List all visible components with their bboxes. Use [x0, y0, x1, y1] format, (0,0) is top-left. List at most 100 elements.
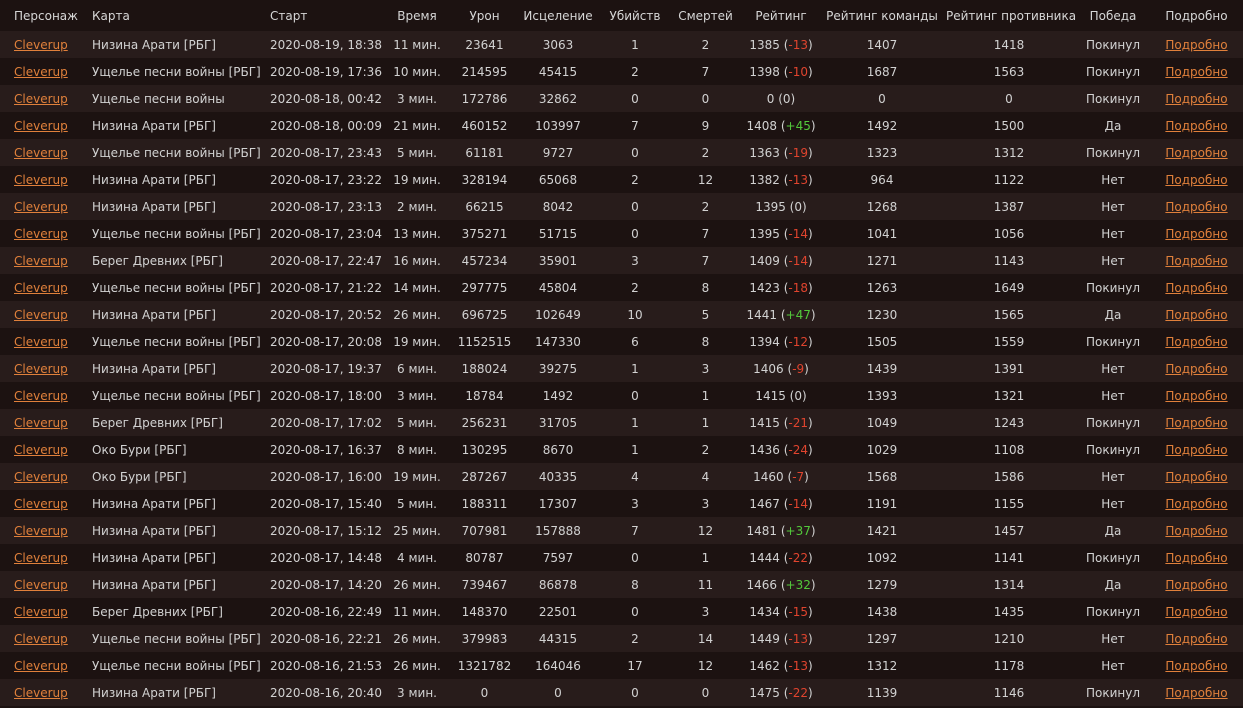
character-link[interactable]: Cleverup: [14, 38, 68, 52]
table-row: Cleverup Низина Арати [РБГ] 2020-08-18, 00…: [0, 112, 1243, 139]
map-name: Низина Арати [РБГ]: [92, 523, 216, 538]
kills-value: 3: [631, 253, 639, 268]
deaths-value: 7: [701, 226, 710, 241]
details-link[interactable]: Подробно: [1165, 659, 1227, 673]
character-link[interactable]: Cleverup: [14, 335, 68, 349]
cell-start: 2020-08-17, 23:22: [266, 166, 382, 193]
cell-rating: 1434 (-15): [749, 604, 813, 619]
cell-rating: 1395 (0): [755, 199, 807, 214]
character-link[interactable]: Cleverup: [14, 173, 68, 187]
damage-value: 130295: [461, 442, 508, 457]
character-link[interactable]: Cleverup: [14, 254, 68, 268]
kills-value: 7: [631, 523, 639, 538]
character-link[interactable]: Cleverup: [14, 146, 68, 160]
deaths-value: 4: [701, 469, 710, 484]
cell-kills: 2: [599, 625, 671, 652]
details-link[interactable]: Подробно: [1165, 65, 1227, 79]
character-link[interactable]: Cleverup: [14, 227, 68, 241]
character-link[interactable]: Cleverup: [14, 605, 68, 619]
character-link[interactable]: Cleverup: [14, 389, 68, 403]
character-link[interactable]: Cleverup: [14, 416, 68, 430]
details-link[interactable]: Подробно: [1165, 146, 1227, 160]
cell-rating: 1406 (-9): [753, 361, 809, 376]
details-link[interactable]: Подробно: [1165, 200, 1227, 214]
cell-team-rating: 1421: [822, 517, 942, 544]
cell-character: Cleverup: [0, 220, 88, 247]
character-link[interactable]: Cleverup: [14, 362, 68, 376]
result-value: Нет: [1101, 496, 1125, 511]
details-link[interactable]: Подробно: [1165, 470, 1227, 484]
cell-result: Покинул: [1076, 409, 1150, 436]
cell-enemy-rating: 1565: [942, 301, 1076, 328]
details-link[interactable]: Подробно: [1165, 389, 1227, 403]
cell-damage: 130295: [452, 436, 517, 463]
character-link[interactable]: Cleverup: [14, 470, 68, 484]
details-link[interactable]: Подробно: [1165, 281, 1227, 295]
duration: 6 мин.: [397, 361, 437, 376]
character-link[interactable]: Cleverup: [14, 524, 68, 538]
details-link[interactable]: Подробно: [1165, 335, 1227, 349]
cell-deaths: 8: [671, 274, 740, 301]
details-link[interactable]: Подробно: [1165, 227, 1227, 241]
result-value: Покинул: [1085, 550, 1141, 565]
cell-start: 2020-08-17, 14:20: [266, 571, 382, 598]
details-link[interactable]: Подробно: [1165, 578, 1227, 592]
details-link[interactable]: Подробно: [1165, 416, 1227, 430]
cell-damage: 172786: [452, 85, 517, 112]
cell-map: Низина Арати [РБГ]: [88, 679, 266, 706]
table-row: Cleverup Низина Арати [РБГ] 2020-08-16, 20…: [0, 679, 1243, 706]
cell-map: Око Бури [РБГ]: [88, 463, 266, 490]
details-link[interactable]: Подробно: [1165, 308, 1227, 322]
details-link[interactable]: Подробно: [1165, 173, 1227, 187]
cell-deaths: 12: [671, 652, 740, 679]
cell-rating: 1466 (+32): [746, 577, 816, 592]
details-link[interactable]: Подробно: [1165, 605, 1227, 619]
map-name: Ущелье песни войны [РБГ]: [92, 334, 261, 349]
character-link[interactable]: Cleverup: [14, 65, 68, 79]
character-link[interactable]: Cleverup: [14, 551, 68, 565]
cell-deaths: 7: [671, 220, 740, 247]
cell-deaths: 14: [671, 625, 740, 652]
details-link[interactable]: Подробно: [1165, 38, 1227, 52]
details-link[interactable]: Подробно: [1165, 119, 1227, 133]
character-link[interactable]: Cleverup: [14, 443, 68, 457]
details-link[interactable]: Подробно: [1165, 443, 1227, 457]
team-rating-value: 1191: [866, 496, 898, 511]
cell-enemy-rating: 1243: [942, 409, 1076, 436]
details-link[interactable]: Подробно: [1165, 254, 1227, 268]
team-rating-value: 1139: [866, 685, 898, 700]
character-link[interactable]: Cleverup: [14, 497, 68, 511]
character-link[interactable]: Cleverup: [14, 659, 68, 673]
cell-kills: 3: [599, 490, 671, 517]
cell-start: 2020-08-17, 23:04: [266, 220, 382, 247]
map-name: Низина Арати [РБГ]: [92, 118, 216, 133]
character-link[interactable]: Cleverup: [14, 281, 68, 295]
details-link[interactable]: Подробно: [1165, 92, 1227, 106]
details-link[interactable]: Подробно: [1165, 362, 1227, 376]
cell-kills: 0: [599, 193, 671, 220]
character-link[interactable]: Cleverup: [14, 119, 68, 133]
healing-value: 164046: [535, 658, 581, 673]
cell-damage: 1152515: [452, 328, 517, 355]
character-link[interactable]: Cleverup: [14, 578, 68, 592]
character-link[interactable]: Cleverup: [14, 632, 68, 646]
cell-enemy-rating: 1321: [942, 382, 1076, 409]
cell-team-rating: 1568: [822, 463, 942, 490]
details-link[interactable]: Подробно: [1165, 551, 1227, 565]
cell-map: Низина Арати [РБГ]: [88, 571, 266, 598]
details-link[interactable]: Подробно: [1165, 524, 1227, 538]
cell-details: Подробно: [1150, 571, 1243, 598]
cell-healing: 45415: [517, 58, 599, 85]
character-link[interactable]: Cleverup: [14, 200, 68, 214]
cell-enemy-rating: 1586: [942, 463, 1076, 490]
character-link[interactable]: Cleverup: [14, 686, 68, 700]
details-link[interactable]: Подробно: [1165, 632, 1227, 646]
healing-value: 102649: [535, 307, 581, 322]
enemy-rating-value: 1143: [993, 253, 1025, 268]
character-link[interactable]: Cleverup: [14, 308, 68, 322]
cell-result: Покинул: [1076, 31, 1150, 58]
details-link[interactable]: Подробно: [1165, 686, 1227, 700]
cell-time: 13 мин.: [382, 220, 452, 247]
character-link[interactable]: Cleverup: [14, 92, 68, 106]
details-link[interactable]: Подробно: [1165, 497, 1227, 511]
